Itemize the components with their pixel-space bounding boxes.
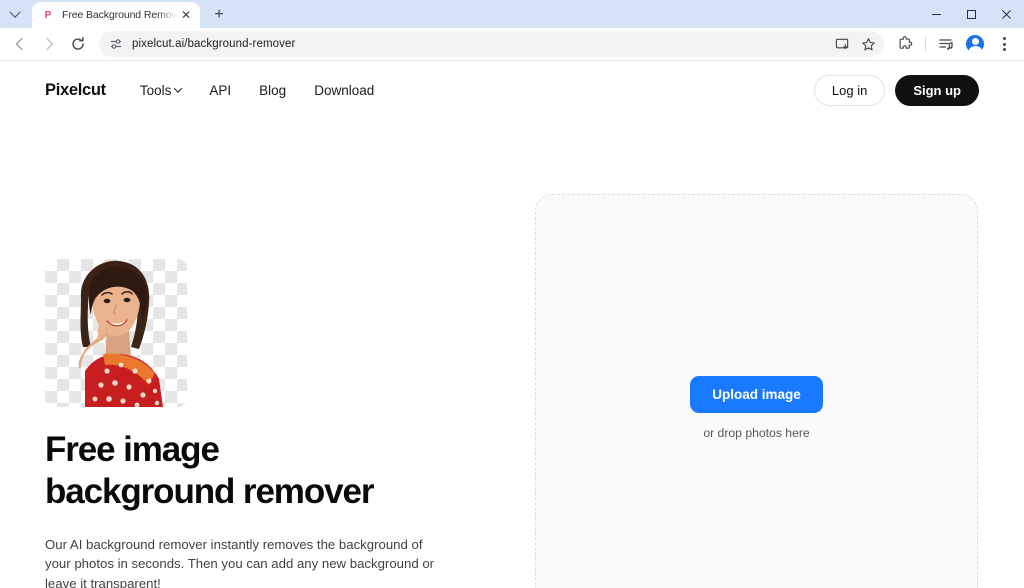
reload-button[interactable] <box>64 30 92 58</box>
tab-close-icon[interactable]: ✕ <box>178 7 194 23</box>
address-bar[interactable]: pixelcut.ai/background-remover <box>99 31 884 57</box>
reading-list-icon[interactable] <box>932 30 960 58</box>
forward-arrow-icon <box>46 37 54 51</box>
new-tab-button[interactable]: + <box>206 3 232 27</box>
toolbar-divider <box>925 36 926 52</box>
hero-cutout-image <box>45 259 187 407</box>
tab-title: Free Background Remover: Rem <box>62 9 178 21</box>
nav-item-api[interactable]: API <box>209 83 231 98</box>
three-dot-menu-icon[interactable] <box>990 30 1018 58</box>
browser-tab[interactable]: P Free Background Remover: Rem ✕ <box>32 2 200 28</box>
forward-button[interactable] <box>35 30 63 58</box>
upload-image-button[interactable]: Upload image <box>690 376 823 413</box>
maximize-icon <box>967 9 976 19</box>
tab-strip: P Free Background Remover: Rem ✕ + <box>0 0 1024 28</box>
close-window-button[interactable] <box>989 0 1024 28</box>
kebab-dots <box>1002 37 1006 51</box>
nav-item-download-label: Download <box>314 82 375 98</box>
site-settings-tune-icon[interactable] <box>108 36 124 52</box>
close-icon <box>1002 9 1011 19</box>
minimize-icon <box>932 13 941 15</box>
nav-item-tools-label: Tools <box>139 82 172 98</box>
minimize-button[interactable] <box>919 0 954 28</box>
hero-section: Free image background remover Our AI bac… <box>45 259 465 588</box>
site-logo[interactable]: Pixelcut <box>45 81 106 100</box>
headline-line-2: background remover <box>45 472 374 512</box>
reload-icon <box>72 36 84 50</box>
woman-cutout-illustration <box>78 260 163 407</box>
star-icon[interactable] <box>856 32 880 56</box>
chevron-down-icon <box>9 6 21 18</box>
install-app-icon[interactable] <box>830 32 854 56</box>
chevron-down-icon <box>174 84 183 93</box>
drop-hint-text: or drop photos here <box>703 426 810 440</box>
pixelcut-favicon-icon: P <box>44 9 52 21</box>
back-button[interactable] <box>6 30 34 58</box>
extensions-puzzle-icon[interactable] <box>891 30 919 58</box>
browser-window: P Free Background Remover: Rem ✕ + <box>0 0 1024 588</box>
headline-line-1: Free image <box>45 430 220 469</box>
page-title: Free image background remover <box>45 429 465 514</box>
upload-dropzone[interactable]: Upload image or drop photos here <box>535 194 978 588</box>
page-content: Pixelcut Tools API Blog Download Log in <box>0 61 1024 588</box>
nav-item-download[interactable]: Download <box>314 83 374 98</box>
nav-item-blog[interactable]: Blog <box>259 83 286 98</box>
signup-button[interactable]: Sign up <box>895 74 979 106</box>
nav-item-api-label: API <box>209 82 232 98</box>
omnibox-actions <box>830 32 880 56</box>
browser-toolbar: pixelcut.ai/background-remover <box>0 28 1024 61</box>
site-header: Pixelcut Tools API Blog Download Log in <box>0 61 1024 119</box>
site-nav-links: Tools API Blog Download <box>140 83 374 98</box>
avatar <box>966 35 984 53</box>
maximize-button[interactable] <box>954 0 989 28</box>
login-button[interactable]: Log in <box>813 74 886 106</box>
nav-item-blog-label: Blog <box>259 82 287 98</box>
window-controls <box>919 0 1024 28</box>
auth-actions: Log in Sign up <box>813 74 979 106</box>
profile-avatar-icon[interactable] <box>961 30 989 58</box>
tab-search-button[interactable] <box>2 3 28 27</box>
back-arrow-icon <box>15 37 23 51</box>
hero-description: Our AI background remover instantly remo… <box>45 536 435 588</box>
nav-item-tools[interactable]: Tools <box>139 82 183 98</box>
toolbar-right-actions <box>891 30 1018 58</box>
address-bar-url: pixelcut.ai/background-remover <box>132 38 296 50</box>
